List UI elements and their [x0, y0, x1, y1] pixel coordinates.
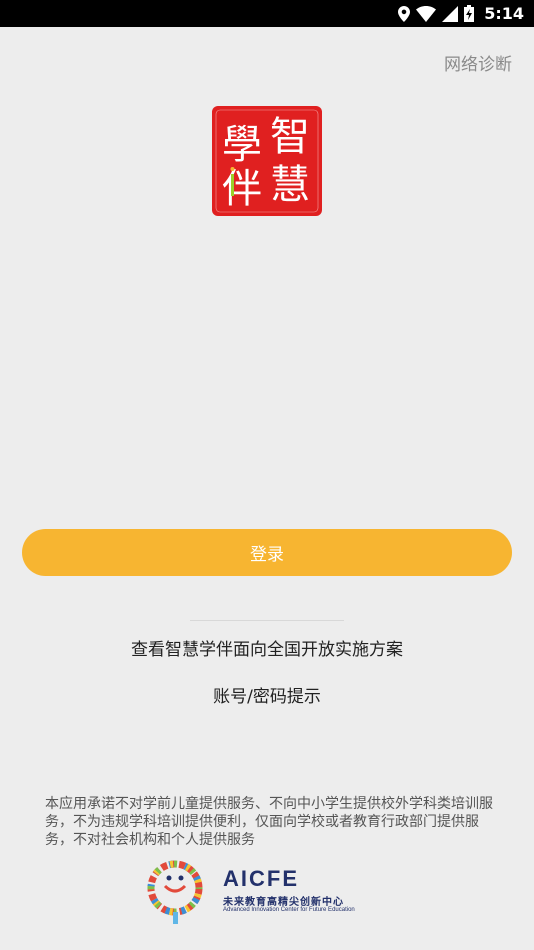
logo-char-4: 伴 [222, 166, 262, 212]
status-icons: 5:14 [398, 0, 524, 27]
aicfe-subtitle-cn: 未来教育高精尖创新中心 [223, 897, 344, 908]
account-password-hint-link[interactable]: 账号/密码提示 [0, 682, 534, 707]
aicfe-title: AICFE [223, 866, 299, 891]
aicfe-logo: AICFE 未来教育高精尖创新中心 Advanced Innovation Ce… [143, 858, 403, 928]
network-diagnosis-link[interactable]: 网络诊断 [444, 50, 512, 75]
logo-char-3: 學 [222, 122, 262, 168]
location-icon [398, 5, 411, 22]
aicfe-emblem-icon [147, 860, 203, 924]
service-notice: 本应用承诺不对学前儿童提供服务、不向中小学生提供校外学科类培训服务，不为违规学科… [45, 796, 493, 848]
cellular-signal-icon [442, 5, 459, 22]
logo-char-2: 慧 [270, 162, 310, 208]
app-logo: 智 慧 學 伴 [212, 106, 322, 216]
logo-char-1: 智 [270, 114, 310, 160]
status-bar: 5:14 [0, 0, 534, 27]
wifi-icon [416, 5, 437, 22]
login-button[interactable]: 登录 [22, 529, 512, 576]
status-time: 5:14 [484, 4, 524, 23]
logo-green-accent [231, 174, 234, 196]
battery-charging-icon [464, 5, 475, 22]
divider [190, 620, 344, 621]
aicfe-subtitle-en: Advanced Innovation Center for Future Ed… [223, 907, 355, 913]
view-plan-link[interactable]: 查看智慧学伴面向全国开放实施方案 [0, 635, 534, 660]
logo-yellow-dot [230, 167, 235, 171]
